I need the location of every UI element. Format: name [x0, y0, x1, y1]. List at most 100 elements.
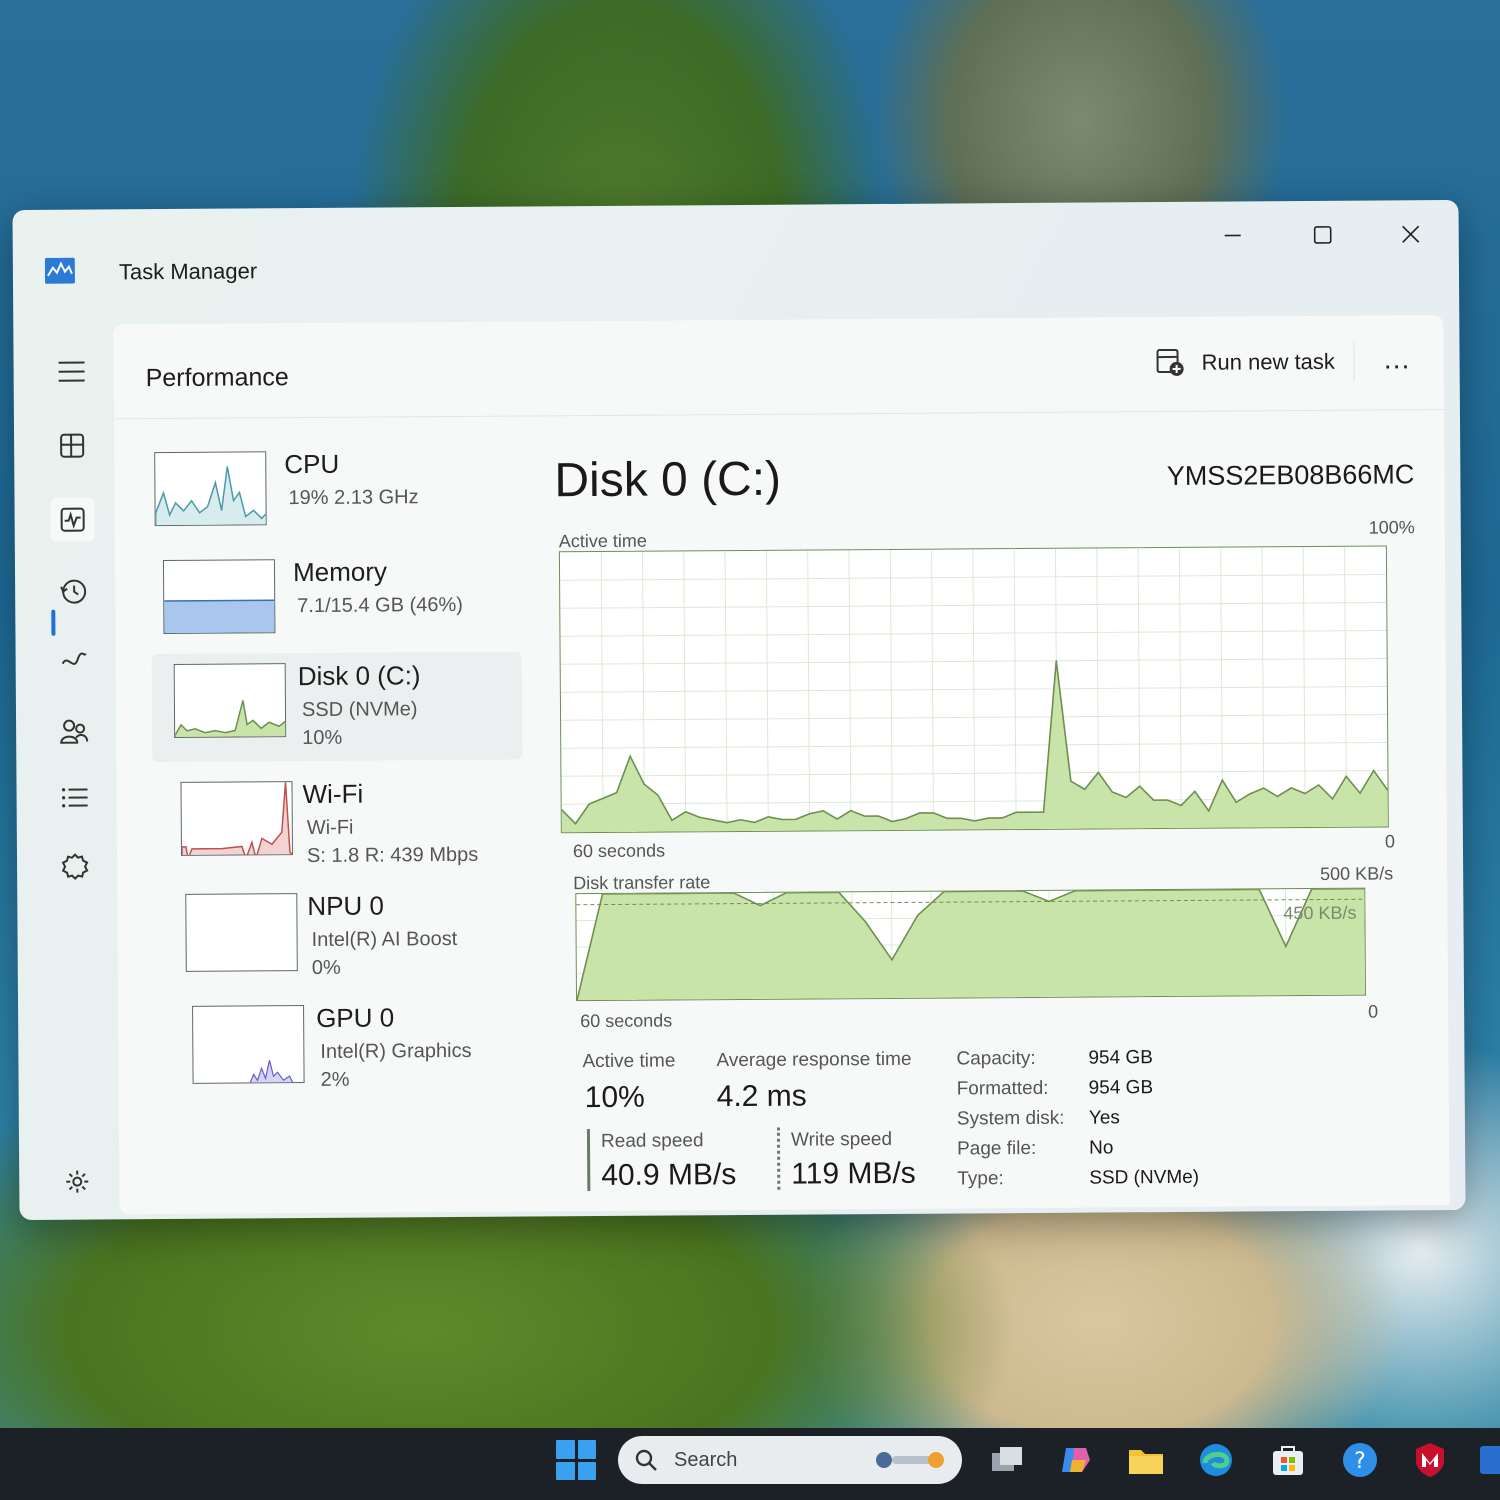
chart-data-point [698, 816, 701, 818]
chart-data-point [1290, 787, 1292, 789]
chart-data-point [1015, 811, 1017, 813]
device-name: CPU [284, 448, 340, 480]
cpu-thumbnail-graph [154, 451, 267, 527]
gpu-graph-area [248, 1060, 295, 1084]
chart-data-point [1249, 793, 1251, 795]
device-cpu[interactable]: CPU 19% 2.13 GHz [144, 440, 515, 551]
copilot-icon [1062, 1448, 1090, 1472]
windows-logo-tile [577, 1440, 596, 1459]
copilot-button[interactable] [1056, 1440, 1096, 1480]
shield-icon [1416, 1443, 1444, 1477]
processes-icon [60, 433, 85, 458]
type-key: Type: [957, 1168, 1004, 1190]
chart-data-point [974, 820, 976, 822]
task-view-button[interactable] [988, 1440, 1028, 1480]
chart-data-point [1022, 890, 1024, 892]
device-throughput: S: 1.8 R: 439 Mbps [306, 843, 479, 868]
chart-data-point [712, 819, 714, 821]
device-name: Memory [292, 556, 388, 588]
hamburger-icon [58, 361, 85, 382]
write-speed-value: 119 MB/s [791, 1156, 916, 1191]
minimize-button[interactable] [1211, 215, 1255, 255]
device-wifi[interactable]: Wi-Fi Wi-Fi S: 1.8 R: 439 Mbps [156, 769, 527, 880]
device-npu-0[interactable]: NPU 0 Intel(R) AI Boost 0% [161, 881, 532, 992]
chart-data-point [877, 815, 879, 817]
run-new-task-icon [1156, 348, 1184, 376]
minimize-icon [1224, 234, 1241, 237]
chart-data-point [654, 893, 656, 895]
active-time-chart [558, 545, 1389, 834]
chart-data-point [1221, 779, 1223, 781]
chart-data-point [1359, 792, 1361, 794]
chart-data-point [1345, 775, 1347, 777]
chart-data-point [1001, 817, 1003, 819]
chart-data-point [808, 813, 811, 815]
chart-data-point [657, 794, 659, 796]
maximize-button[interactable] [1301, 215, 1345, 255]
transfer-rate-chart-span: 60 seconds [580, 1010, 673, 1032]
read-speed-value: 40.9 MB/s [601, 1158, 737, 1192]
taskbar-overflow-app[interactable] [1476, 1440, 1500, 1480]
device-gpu-0[interactable]: GPU 0 Intel(R) Graphics 2% [166, 993, 537, 1104]
nav-services[interactable] [53, 843, 97, 887]
chart-data-point [1127, 889, 1129, 891]
store-icon [1273, 1446, 1303, 1475]
transfer-rate-chart-min: 0 [1368, 1001, 1379, 1022]
chart-data-point [1194, 790, 1196, 792]
chart-data-point [1055, 660, 1057, 662]
nav-startup-apps[interactable] [51, 639, 95, 683]
mcafee-button[interactable] [1410, 1440, 1450, 1480]
device-disk-0[interactable]: Disk 0 (C:) SSD (NVMe) 10% [151, 651, 523, 763]
chart-series-area [577, 888, 1366, 1001]
chart-data-point [995, 890, 998, 892]
chart-data-point [1276, 795, 1279, 798]
device-name: Disk 0 (C:) [297, 660, 421, 692]
chart-data-point [1263, 787, 1265, 789]
device-detail: 7.1/15.4 GB (46%) [297, 593, 463, 618]
chart-data-point [1153, 799, 1155, 801]
nav-processes[interactable] [50, 423, 94, 467]
device-memory[interactable]: Memory 7.1/15.4 GB (46%) [145, 548, 516, 659]
chart-data-point [574, 823, 577, 825]
chart-data-point [1166, 799, 1168, 801]
nav-details[interactable] [52, 775, 96, 819]
page-file-key: Page file: [956, 1137, 1037, 1160]
chart-data-point [987, 817, 990, 819]
taskbar-search[interactable]: Search [618, 1436, 962, 1484]
chart-data-point [1179, 889, 1182, 891]
chart-data-point [969, 890, 971, 892]
hamburger-menu-button[interactable] [49, 349, 93, 393]
system-disk-value: Yes [1088, 1107, 1120, 1129]
formatted-value: 954 GB [1088, 1077, 1154, 1099]
users-icon [60, 719, 89, 744]
nav-users[interactable] [52, 709, 96, 753]
file-explorer-button[interactable] [1126, 1440, 1166, 1480]
history-icon [60, 579, 87, 604]
chart-data-point [781, 818, 783, 821]
edge-browser-button[interactable] [1196, 1440, 1236, 1480]
title-bar[interactable]: Task Manager [12, 200, 1459, 320]
chart-data-point [1232, 888, 1234, 891]
help-icon: ? [1343, 1443, 1377, 1477]
active-nav-indicator [51, 609, 56, 636]
transfer-rate-chart-max: 500 KB/s [1320, 863, 1394, 884]
chart-data-point [561, 809, 563, 811]
chart-data-point [1304, 792, 1306, 795]
transfer-rate-chart-label: Disk transfer rate [573, 872, 711, 894]
help-button[interactable]: ? [1340, 1440, 1380, 1480]
nav-performance[interactable] [50, 497, 95, 542]
start-button[interactable] [556, 1440, 596, 1480]
run-new-task-button[interactable]: Run new task [1145, 338, 1345, 387]
nav-app-history[interactable] [51, 569, 95, 613]
chart-data-point [919, 812, 921, 814]
more-options-button[interactable]: … [1375, 337, 1419, 381]
capacity-value: 954 GB [1088, 1047, 1153, 1069]
store-button[interactable] [1268, 1440, 1308, 1480]
performance-panel: Performance Run new task … CPU 19% 2.13 … [113, 315, 1450, 1215]
nav-settings[interactable] [55, 1159, 99, 1203]
active-time-chart-label: Active time [558, 530, 647, 552]
chart-data-point [1084, 788, 1086, 790]
task-view-icon [992, 1447, 1022, 1471]
disk-thumbnail-graph [173, 663, 287, 738]
close-button[interactable] [1389, 214, 1433, 254]
